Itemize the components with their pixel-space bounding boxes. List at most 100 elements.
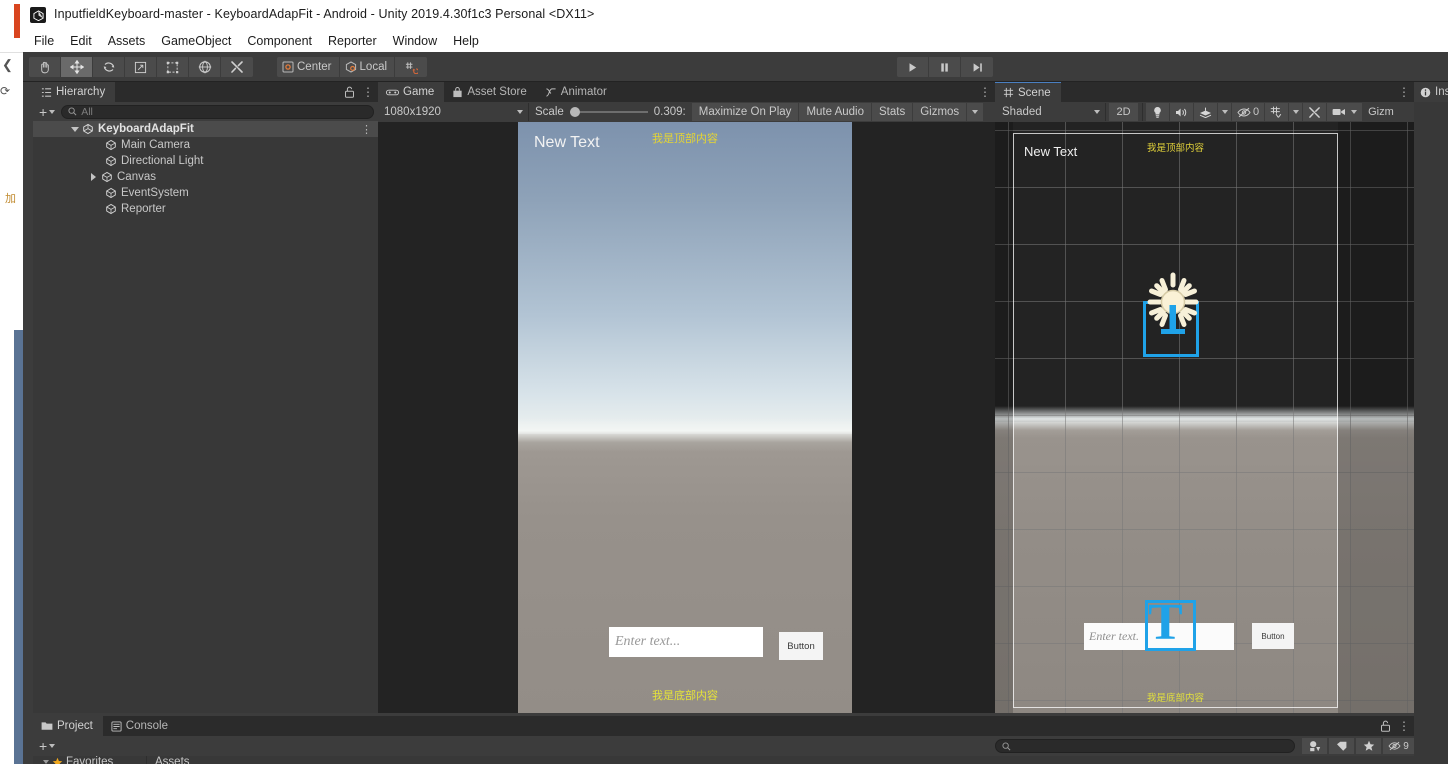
scene-view-viewport[interactable]: New Text 我是顶部内容 Enter text. Button 我是底部内… (995, 122, 1414, 713)
tab-inspector[interactable]: Inspec (1414, 82, 1448, 102)
background-window-accent (14, 4, 20, 38)
project-add-button[interactable]: + (37, 738, 57, 754)
project-filter-type-button[interactable] (1302, 738, 1328, 754)
hierarchy-tree[interactable]: KeyboardAdapFit ⋮ Main Camera Directiona… (33, 121, 378, 713)
foldout-open-icon[interactable] (43, 760, 49, 764)
scene-grid-toggle[interactable] (1265, 103, 1290, 121)
custom-tool-button[interactable] (221, 57, 253, 77)
hierarchy-add-label: + (39, 103, 48, 120)
scene-fx-dropdown[interactable] (1218, 103, 1232, 121)
move-tool-button[interactable] (61, 57, 93, 77)
hierarchy-toolbar: + All (33, 102, 378, 121)
tab-animator[interactable]: Animator (536, 82, 617, 102)
game-button[interactable]: Button (779, 632, 823, 660)
project-hidden-count-button[interactable]: 9 (1383, 738, 1414, 754)
project-add-label: + (39, 738, 48, 754)
scale-slider-track[interactable] (569, 107, 648, 117)
text-component-gizmo[interactable]: T (1148, 596, 1183, 648)
scene-draw-mode-dropdown[interactable]: Shaded (995, 103, 1105, 121)
game-input-placeholder: Enter text... (615, 634, 681, 649)
hierarchy-item-main-camera[interactable]: Main Camera (33, 137, 378, 153)
scene-menu-icon[interactable]: ⋮ (1398, 86, 1410, 98)
hand-tool-button[interactable] (29, 57, 61, 77)
project-menu-icon[interactable]: ⋮ (1398, 720, 1410, 732)
menu-component[interactable]: Component (239, 32, 320, 50)
foldout-closed-icon[interactable] (91, 173, 96, 181)
hierarchy-item-reporter[interactable]: Reporter (33, 201, 378, 217)
project-filter-label-button[interactable] (1329, 738, 1355, 754)
chevron-down-icon (1221, 110, 1228, 114)
scale-tool-button[interactable] (125, 57, 157, 77)
project-search-input[interactable] (995, 739, 1295, 753)
scene-outside-canvas-dim-right (1338, 122, 1414, 713)
lock-open-icon[interactable] (1380, 720, 1391, 732)
scene-2d-toggle[interactable]: 2D (1109, 103, 1139, 121)
toolbar-separator (1105, 103, 1106, 121)
foldout-open-icon[interactable] (71, 126, 79, 132)
hierarchy-menu-icon[interactable]: ⋮ (362, 86, 374, 98)
rotate-tool-button[interactable] (93, 57, 125, 77)
mute-audio-button[interactable]: Mute Audio (799, 103, 872, 121)
scene-hidden-objects-button[interactable]: 0 (1232, 103, 1266, 121)
tab-asset-store[interactable]: Asset Store (444, 82, 537, 102)
hierarchy-search-input[interactable]: All (61, 104, 374, 119)
snap-settings-button[interactable] (395, 57, 428, 77)
space-mode-label: Local (359, 61, 388, 73)
space-mode-button[interactable]: Local (339, 57, 396, 77)
refresh-icon: ⟳ (0, 84, 11, 98)
play-button[interactable] (897, 57, 929, 77)
transform-tool-button[interactable] (189, 57, 221, 77)
tab-console[interactable]: Console (102, 716, 178, 736)
scale-slider-knob[interactable] (569, 107, 580, 117)
step-button[interactable] (961, 57, 993, 77)
stats-button[interactable]: Stats (871, 103, 914, 121)
scene-button[interactable]: Button (1252, 623, 1294, 649)
project-filter-favorite-button[interactable] (1356, 738, 1382, 754)
game-menu-icon[interactable]: ⋮ (979, 86, 991, 98)
tab-project[interactable]: Project (33, 716, 103, 736)
pause-button[interactable] (929, 57, 961, 77)
menu-file[interactable]: File (26, 32, 62, 50)
scene-grid-dropdown[interactable] (1289, 103, 1304, 121)
menu-bar[interactable]: File Edit Assets GameObject Component Re… (23, 30, 1448, 52)
game-view-viewport[interactable]: New Text 我是顶部内容 Enter text... Button 我是底… (378, 122, 995, 713)
hierarchy-add-button[interactable]: + (37, 104, 57, 120)
lock-open-icon[interactable] (344, 86, 355, 98)
object-filter-icon (1309, 740, 1321, 752)
gameobject-icon (105, 155, 117, 167)
scene-lighting-toggle[interactable] (1146, 103, 1170, 121)
gizmos-dropdown-button[interactable] (967, 103, 985, 121)
directional-light-gizmo-icon[interactable] (1143, 272, 1203, 347)
game-scale-slider[interactable]: Scale 0.309: (529, 106, 692, 118)
menu-window[interactable]: Window (385, 32, 445, 50)
hierarchy-item-directional-light[interactable]: Directional Light (33, 153, 378, 169)
tab-scene[interactable]: Scene (995, 82, 1061, 102)
scene-camera-button[interactable] (1327, 103, 1364, 121)
hierarchy-item-keyboardadapfit[interactable]: KeyboardAdapFit ⋮ (33, 121, 378, 137)
scene-tools-button[interactable] (1303, 103, 1328, 121)
tab-hierarchy[interactable]: Hierarchy (33, 82, 116, 102)
hierarchy-item-eventsystem[interactable]: EventSystem (33, 185, 378, 201)
hierarchy-search-placeholder: All (81, 105, 93, 118)
menu-gameobject[interactable]: GameObject (153, 32, 239, 50)
game-input-field[interactable]: Enter text... (609, 627, 763, 657)
menu-assets[interactable]: Assets (100, 32, 154, 50)
scene-audio-toggle[interactable] (1170, 103, 1194, 121)
gizmos-button[interactable]: Gizmos (913, 103, 968, 121)
pivot-mode-button[interactable]: Center (277, 57, 340, 77)
scene-fx-toggle[interactable] (1194, 103, 1218, 121)
tab-game[interactable]: Game (378, 82, 445, 102)
scene-gizmos-button[interactable]: Gizm (1363, 103, 1399, 121)
menu-edit[interactable]: Edit (62, 32, 100, 50)
rect-tool-button[interactable] (157, 57, 189, 77)
hierarchy-row-menu-icon[interactable]: ⋮ (361, 123, 372, 136)
menu-reporter[interactable]: Reporter (320, 32, 385, 50)
sky-gradient (518, 122, 852, 434)
tab-console-label: Console (125, 720, 168, 732)
game-resolution-dropdown[interactable]: 1080x1920 (378, 103, 528, 121)
project-favorites-row[interactable]: Favorites (43, 756, 113, 764)
menu-help[interactable]: Help (445, 32, 487, 50)
game-top-content-text: 我是顶部内容 (652, 133, 718, 145)
hierarchy-item-canvas[interactable]: Canvas (33, 169, 378, 185)
maximize-on-play-button[interactable]: Maximize On Play (691, 103, 800, 121)
